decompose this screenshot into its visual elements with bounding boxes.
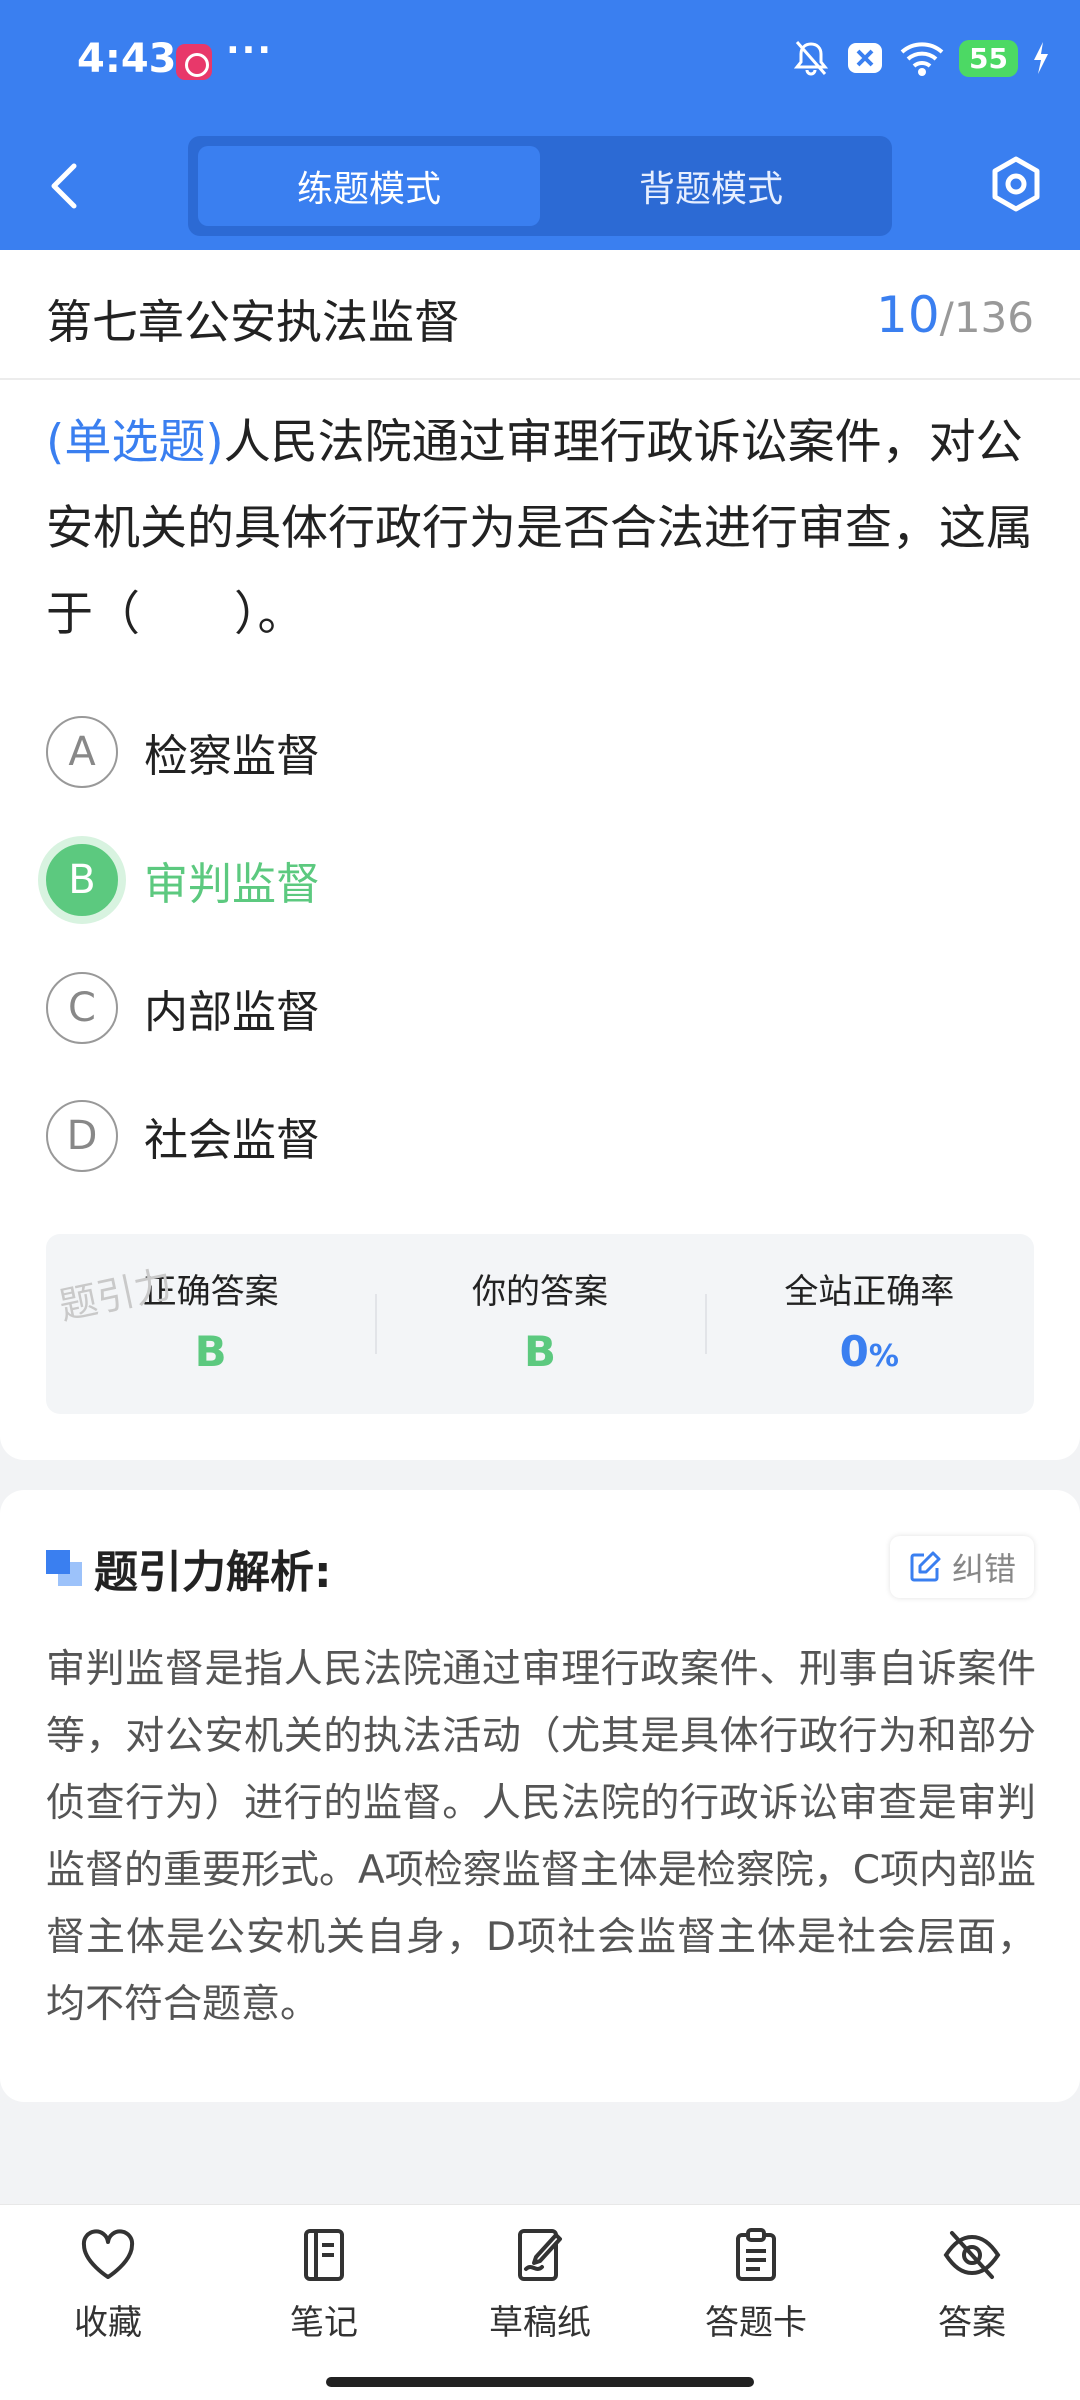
option-text: 社会监督 (144, 1115, 320, 1166)
answer-sheet-button[interactable]: 答题卡 (666, 2227, 846, 2357)
accuracy-label: 全站正确率 (784, 1272, 955, 1312)
settings-button[interactable] (988, 154, 1044, 214)
close-box-icon (848, 43, 883, 73)
correct-answer-block: 正确答案 B (46, 1234, 375, 1414)
counter-separator: / (939, 293, 954, 342)
settings-hexagon-icon (992, 156, 1040, 212)
heart-icon (81, 2229, 135, 2279)
scratch-paper-button[interactable]: 草稿纸 (450, 2227, 630, 2357)
mode-switch: 练题模式 背题模式 (188, 136, 892, 236)
question-type: (单选题) (46, 415, 224, 470)
correct-answer-value: B (194, 1327, 227, 1376)
accuracy-number: 0 (839, 1327, 869, 1376)
question-counter: 10/136 (876, 286, 1034, 344)
back-button[interactable] (40, 158, 88, 214)
draft-pen-icon (518, 2229, 562, 2281)
notes-label: 笔记 (290, 2303, 358, 2343)
home-indicator[interactable] (326, 2377, 754, 2387)
question-card: 第七章公安执法监督 10/136 (单选题)人民法院通过审理行政诉讼案件，对公安… (0, 250, 1080, 1460)
chapter-title: 第七章公安执法监督 (46, 295, 460, 349)
app-notification-icon (176, 44, 212, 80)
option-c[interactable]: C 内部监督 (46, 968, 746, 1048)
hide-answer-button[interactable]: 答案 (882, 2227, 1062, 2357)
your-answer-block: 你的答案 B (375, 1234, 704, 1414)
app-header: 4:43 ··· 55 练题模式 背题模式 (0, 0, 1080, 250)
explanation-squares-icon (46, 1550, 82, 1586)
chevron-left-icon (51, 163, 77, 209)
answer-sheet-label: 答题卡 (705, 2303, 807, 2343)
option-text: 内部监督 (144, 987, 320, 1038)
eye-off-icon (943, 2231, 1001, 2279)
option-b[interactable]: B 审判监督 (46, 840, 746, 920)
total-question-count: 136 (953, 293, 1034, 342)
edit-icon (910, 1551, 941, 1582)
chapter-row: 第七章公安执法监督 10/136 (0, 250, 1080, 380)
scratch-paper-label: 草稿纸 (489, 2303, 591, 2343)
answer-panel: 正确答案 B 你的答案 B 全站正确率 0% (46, 1234, 1034, 1414)
charging-icon (1034, 42, 1048, 74)
option-a[interactable]: A 检察监督 (46, 712, 746, 792)
status-time: 4:43 (77, 36, 177, 82)
bottom-toolbar: 收藏 笔记 草稿纸 答题卡 答案 (0, 2204, 1080, 2400)
explanation-body: 审判监督是指人民法院通过审理行政案件、刑事自诉案件等，对公安机关的执法活动（尤其… (46, 1647, 1036, 2027)
option-d[interactable]: D 社会监督 (46, 1096, 746, 1176)
accuracy-unit: % (868, 1339, 899, 1374)
your-answer-value: B (523, 1327, 556, 1376)
accuracy-value: 0% (705, 1327, 1034, 1376)
favorite-label: 收藏 (74, 2303, 142, 2343)
option-text: 审判监督 (144, 859, 320, 910)
accuracy-block: 全站正确率 0% (704, 1234, 1034, 1414)
hide-answer-label: 答案 (938, 2303, 1006, 2343)
tab-memorize-mode[interactable]: 背题模式 (540, 146, 882, 226)
clipboard-icon (736, 2228, 776, 2281)
wifi-icon (900, 42, 944, 76)
correct-answer-label: 正确答案 (142, 1272, 279, 1312)
option-letter: A (46, 716, 118, 788)
your-answer-label: 你的答案 (471, 1272, 608, 1312)
option-letter: C (46, 972, 118, 1044)
current-question-number: 10 (876, 286, 940, 344)
status-bar: 4:43 ··· 55 (0, 0, 1080, 125)
question-stem: (单选题)人民法院通过审理行政诉讼案件，对公安机关的具体行政行为是否合法进行审查… (46, 400, 1036, 658)
status-icons: 55 (791, 38, 1050, 78)
favorite-button[interactable]: 收藏 (18, 2227, 198, 2357)
option-letter: D (46, 1100, 118, 1172)
report-error-button[interactable]: 纠错 (889, 1536, 1034, 1598)
explanation-title: 题引力解析: (94, 1547, 332, 1598)
report-error-label: 纠错 (951, 1550, 1016, 1588)
tab-practice-mode[interactable]: 练题模式 (198, 146, 540, 226)
explanation-card: 题引力解析: 纠错 审判监督是指人民法院通过审理行政案件、刑事自诉案件等，对公安… (0, 1490, 1080, 2102)
mute-icon (793, 41, 829, 76)
notes-button[interactable]: 笔记 (234, 2227, 414, 2357)
notebook-icon (304, 2229, 344, 2281)
option-text: 检察监督 (144, 731, 320, 782)
more-notifications-icon: ··· (226, 30, 274, 71)
battery-level: 55 (959, 39, 1018, 77)
option-letter: B (46, 844, 118, 916)
